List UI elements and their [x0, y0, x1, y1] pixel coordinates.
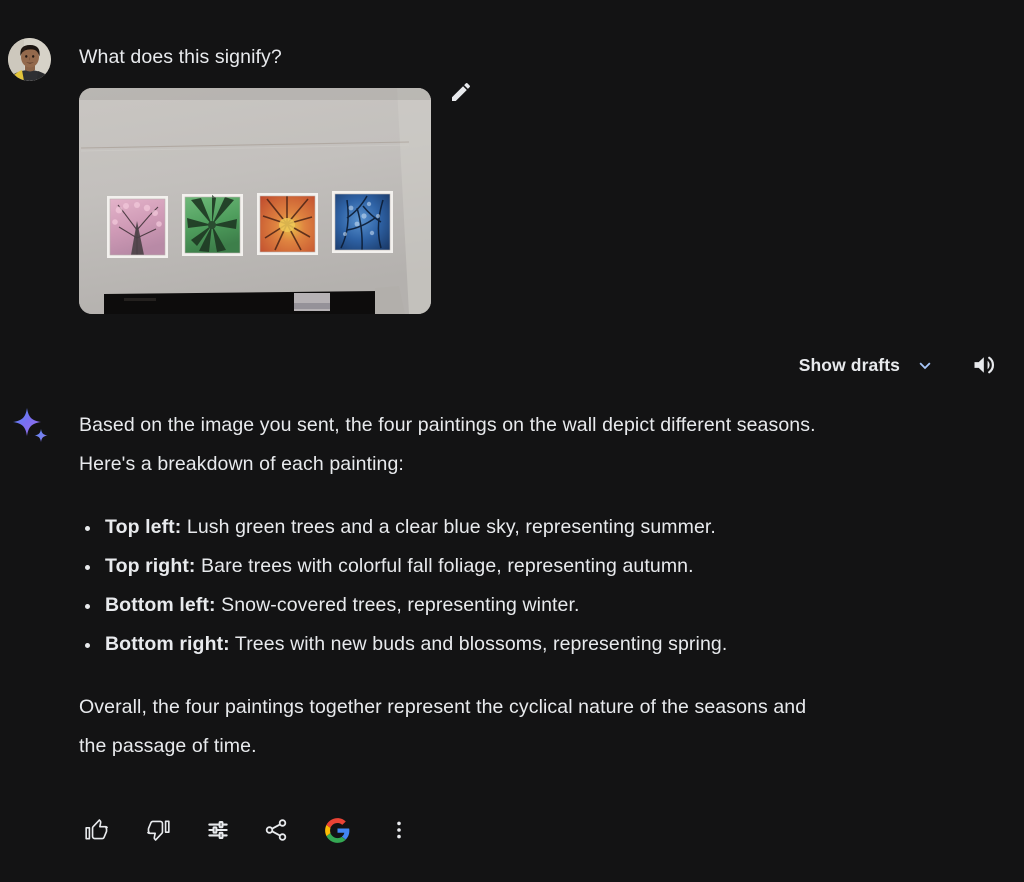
show-drafts-label: Show drafts — [798, 354, 900, 375]
modify-response-button[interactable] — [200, 812, 236, 848]
bullet-text: Snow-covered trees, representing winter. — [215, 594, 580, 616]
thumb-up-button[interactable] — [79, 812, 115, 848]
bullet-label: Top left: — [105, 516, 182, 538]
list-item: Bottom left: Snow-covered trees, represe… — [79, 586, 959, 625]
response-intro-line-2: Here's a breakdown of each painting: — [79, 453, 404, 475]
avatar-photo — [8, 38, 51, 81]
chevron-down-icon — [919, 362, 931, 370]
painting-autumn — [257, 193, 318, 255]
tune-icon — [208, 820, 228, 840]
list-item: Top left: Lush green trees and a clear b… — [79, 508, 959, 547]
thumb-down-button[interactable] — [140, 812, 176, 848]
response-intro-line-1: Based on the image you sent, the four pa… — [79, 414, 816, 436]
thumb-down-icon — [147, 820, 170, 841]
user-prompt-row: What does this signify? — [0, 34, 1024, 101]
read-aloud-button[interactable] — [968, 348, 1002, 382]
bullet-label: Bottom left: — [105, 594, 216, 616]
more-options-button[interactable] — [381, 812, 417, 848]
show-drafts-button[interactable]: Show drafts — [793, 350, 942, 380]
edit-prompt-button[interactable] — [443, 74, 479, 110]
share-button[interactable] — [258, 812, 294, 848]
gemini-response: Based on the image you sent, the four pa… — [79, 406, 959, 766]
share-icon — [265, 819, 287, 841]
response-outro-line-2: the passage of time. — [79, 735, 257, 757]
more-vert-icon — [397, 821, 401, 839]
gemini-conversation-page: What does this signify? Show drafts Base… — [0, 0, 1024, 882]
bullet-label: Top right: — [105, 555, 196, 577]
google-it-button[interactable] — [319, 812, 355, 848]
list-item: Top right: Bare trees with colorful fall… — [79, 547, 959, 586]
bullet-text: Bare trees with colorful fall foliage, r… — [195, 555, 694, 577]
painting-spring — [107, 196, 168, 258]
bullet-label: Bottom right: — [105, 633, 230, 655]
response-outro-line-1: Overall, the four paintings together rep… — [79, 696, 807, 718]
list-item: Bottom right: Trees with new buds and bl… — [79, 625, 959, 664]
user-avatar[interactable] — [8, 38, 51, 81]
response-bullet-list: Top left: Lush green trees and a clear b… — [79, 508, 959, 664]
response-action-bar — [79, 812, 417, 848]
thumb-up-icon — [85, 819, 108, 840]
speaker-icon — [974, 356, 994, 374]
pencil-icon — [452, 82, 471, 101]
painting-winter — [332, 191, 393, 253]
uploaded-photo[interactable] — [79, 88, 431, 314]
google-search-icon — [324, 817, 349, 843]
uploaded-photo-content — [79, 88, 431, 314]
drafts-bar: Show drafts — [793, 347, 1002, 383]
user-prompt-text: What does this signify? — [79, 46, 282, 68]
painting-summer — [182, 194, 243, 256]
gemini-sparkle-icon — [10, 404, 54, 448]
bullet-text: Lush green trees and a clear blue sky, r… — [181, 516, 716, 538]
bullet-text: Trees with new buds and blossoms, repres… — [229, 633, 728, 655]
